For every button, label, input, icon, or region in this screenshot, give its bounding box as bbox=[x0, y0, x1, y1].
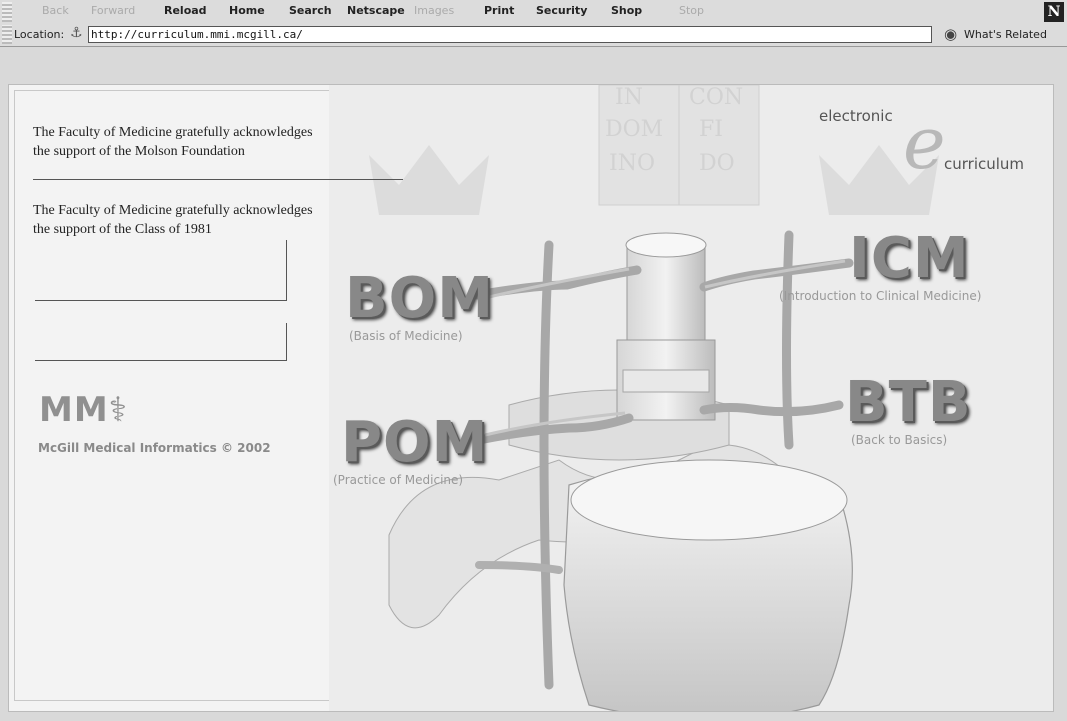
btb-title[interactable]: BTB bbox=[845, 375, 972, 431]
stop-button[interactable]: Stop bbox=[679, 4, 704, 17]
forward-button[interactable]: Forward bbox=[91, 4, 135, 17]
icm-title[interactable]: ICM bbox=[849, 231, 970, 287]
navigation-bar: Back Forward Reload Home Search Netscape… bbox=[14, 0, 1064, 22]
bom-title[interactable]: BOM bbox=[345, 271, 494, 327]
images-button[interactable]: Images bbox=[414, 4, 454, 17]
search-button[interactable]: Search bbox=[289, 4, 332, 17]
page-viewport: IN CON DOM FI INO DO The Faculty of Medi… bbox=[8, 84, 1054, 712]
print-button[interactable]: Print bbox=[484, 4, 514, 17]
home-button[interactable]: Home bbox=[229, 4, 265, 17]
page-proxy-icon[interactable]: ⚓ bbox=[70, 25, 83, 41]
pom-subtitle[interactable]: (Practice of Medicine) bbox=[333, 473, 463, 487]
location-label: Location: bbox=[14, 28, 65, 41]
bom-subtitle[interactable]: (Basis of Medicine) bbox=[349, 329, 463, 343]
back-button[interactable]: Back bbox=[42, 4, 69, 17]
whats-related-icon[interactable]: ◉ bbox=[944, 25, 957, 43]
netscape-button[interactable]: Netscape bbox=[347, 4, 405, 17]
whats-related-button[interactable]: What's Related bbox=[964, 28, 1047, 41]
pom-title[interactable]: POM bbox=[341, 415, 488, 471]
toolbar-grip[interactable] bbox=[2, 2, 12, 22]
security-button[interactable]: Security bbox=[536, 4, 587, 17]
icm-subtitle[interactable]: (Introduction to Clinical Medicine) bbox=[779, 289, 981, 303]
reload-button[interactable]: Reload bbox=[164, 4, 207, 17]
location-grip[interactable] bbox=[2, 25, 12, 44]
netscape-logo-icon[interactable]: N bbox=[1044, 2, 1064, 22]
browser-toolbar: Back Forward Reload Home Search Netscape… bbox=[0, 0, 1067, 47]
url-input[interactable]: http://curriculum.mmi.mcgill.ca/ bbox=[88, 26, 932, 43]
btb-subtitle[interactable]: (Back to Basics) bbox=[851, 433, 947, 447]
location-bar: Location: ⚓ http://curriculum.mmi.mcgill… bbox=[14, 24, 1064, 45]
shop-button[interactable]: Shop bbox=[611, 4, 642, 17]
